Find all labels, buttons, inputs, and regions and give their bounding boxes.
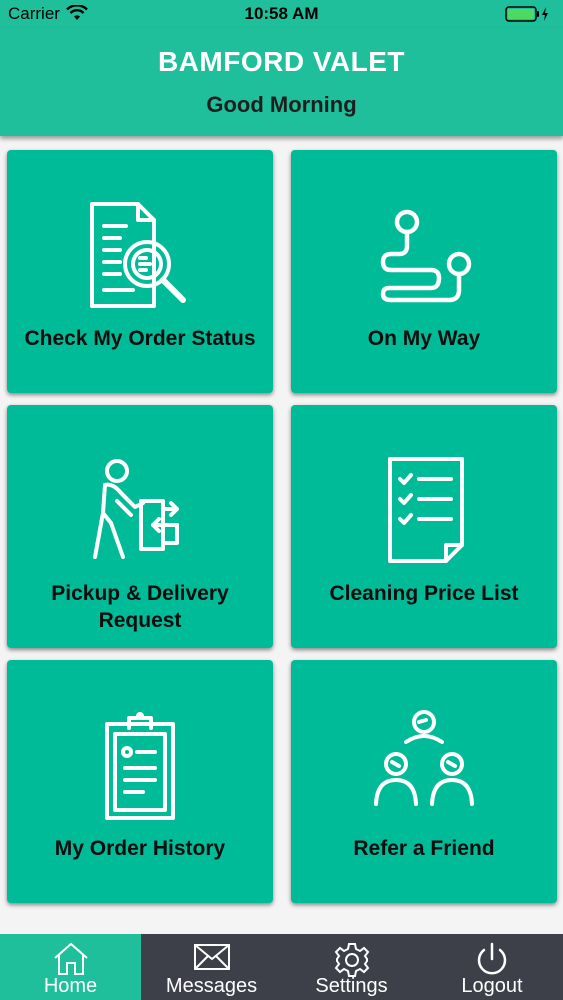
- tile-pickup-delivery[interactable]: Pickup & Delivery Request: [7, 405, 273, 648]
- tile-label: On My Way: [367, 327, 481, 350]
- tile-check-order-status[interactable]: Check My Order Status: [7, 150, 273, 393]
- tile-label: Check My Order Status: [24, 327, 256, 350]
- tab-label: Home: [43, 975, 98, 997]
- tab-messages[interactable]: Messages: [141, 934, 282, 1000]
- envelope-icon: [193, 944, 230, 970]
- tab-home[interactable]: Home: [0, 934, 141, 1000]
- tile-cleaning-price-list[interactable]: Cleaning Price List: [291, 405, 557, 648]
- person-pushing-box-icon: [7, 453, 273, 573]
- power-icon: [477, 942, 507, 975]
- tab-label: Settings: [315, 975, 388, 997]
- people-network-icon: [291, 708, 557, 828]
- menu-grid: Check My Order Status On My Way Pickup &…: [0, 0, 563, 1000]
- tile-label: Cleaning Price List: [329, 582, 519, 605]
- gear-icon: [334, 943, 369, 977]
- tile-label: My Order History: [54, 837, 226, 860]
- tile-label: Refer a Friend: [353, 837, 495, 860]
- tab-settings[interactable]: Settings: [281, 934, 422, 1000]
- tab-label: Messages: [165, 975, 258, 997]
- tab-bar: Home Messages Settings Logout: [0, 934, 563, 1000]
- tile-order-history[interactable]: My Order History: [7, 660, 273, 903]
- document-search-icon: [7, 198, 273, 318]
- tile-label: Pickup & Delivery Request: [51, 582, 229, 632]
- checklist-icon: [291, 453, 557, 573]
- tile-refer-friend[interactable]: Refer a Friend: [291, 660, 557, 903]
- tab-label: Logout: [461, 975, 523, 997]
- tab-logout[interactable]: Logout: [421, 934, 563, 1000]
- clipboard-icon: [7, 708, 273, 828]
- route-icon: [291, 198, 557, 318]
- home-icon: [53, 942, 88, 975]
- tile-on-my-way[interactable]: On My Way: [291, 150, 557, 393]
